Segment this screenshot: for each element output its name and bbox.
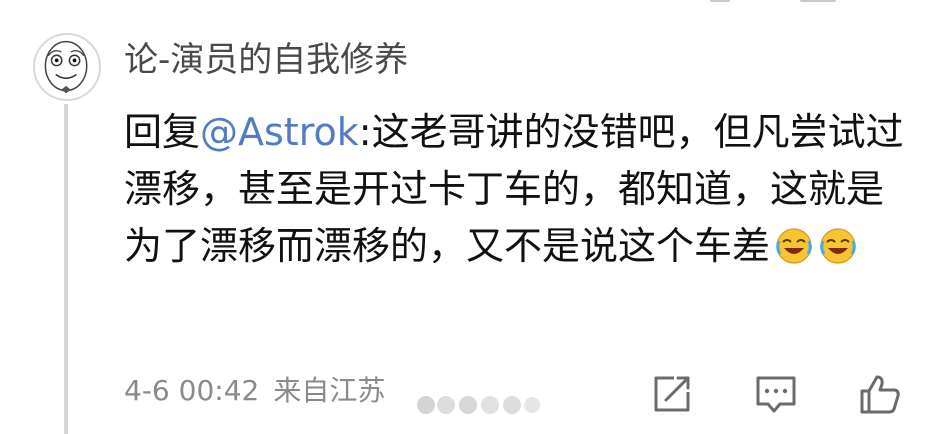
comment-body: 回复@Astrok:这老哥讲的没错吧，但凡尝试过漂移，甚至是开过卡丁车的，都知道…	[124, 104, 914, 275]
comment-meta: 4-6 00:42 来自江苏	[124, 371, 385, 411]
share-icon	[654, 376, 690, 412]
like-button[interactable]	[858, 372, 902, 416]
comment-timestamp: 4-6 00:42	[124, 374, 260, 407]
avatar[interactable]	[33, 33, 101, 101]
comment-username[interactable]: 论-演员的自我修养	[124, 38, 408, 82]
remnant-bar	[710, 0, 730, 2]
mention-link[interactable]: @Astrok	[200, 110, 359, 154]
share-button[interactable]	[650, 372, 694, 416]
comment-location: 来自江苏	[273, 374, 386, 407]
meme-face-icon	[44, 40, 88, 94]
laughing-crying-emoji	[818, 225, 858, 265]
laughing-crying-emoji	[774, 225, 814, 265]
like-icon	[860, 375, 900, 414]
reply-prefix: 回复	[124, 110, 201, 154]
thread-line	[64, 104, 68, 434]
previous-item-remnant	[700, 0, 940, 6]
comment-icon	[756, 376, 796, 413]
comment-button[interactable]	[754, 372, 798, 416]
blurred-region	[412, 394, 544, 416]
remnant-bar	[800, 0, 836, 2]
